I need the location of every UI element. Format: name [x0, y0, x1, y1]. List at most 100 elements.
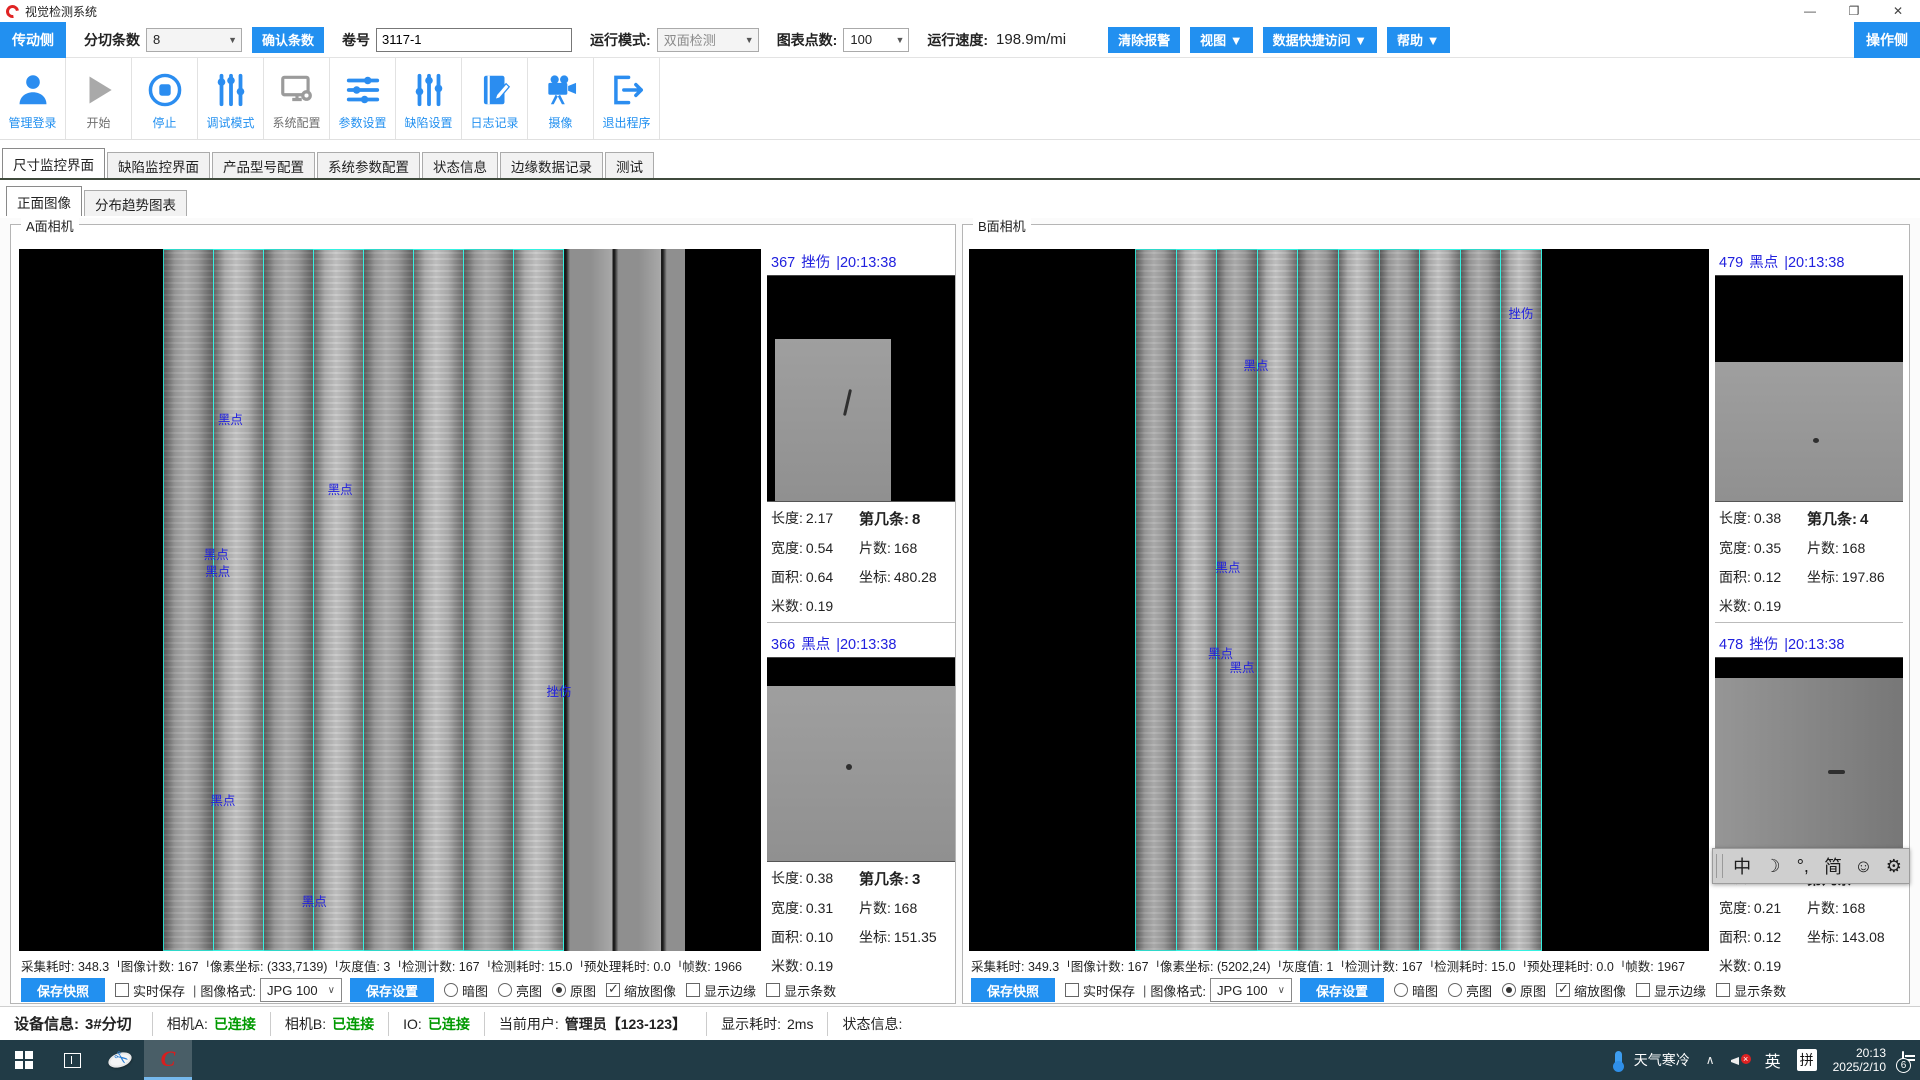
realtime-save-checkbox[interactable]: [1065, 983, 1079, 997]
notification-center-button[interactable]: 6: [1902, 1052, 1904, 1068]
save-settings-button[interactable]: 保存设置: [350, 978, 434, 1002]
task-view-button[interactable]: [48, 1040, 96, 1080]
save-snapshot-button[interactable]: 保存快照: [21, 978, 105, 1002]
speaker-muted-icon[interactable]: [1731, 1053, 1749, 1067]
cut-strip: [313, 249, 364, 951]
camera-a-image[interactable]: 黑点黑点黑点黑点挫伤黑点黑点: [19, 249, 761, 951]
ime-language-bar[interactable]: 中 ☽ °, 简 ☺ ⚙: [1712, 848, 1910, 884]
option-label: 显示条数: [1734, 981, 1786, 1000]
checkbox-显示边缘[interactable]: [1636, 983, 1650, 997]
cut-strip: [1500, 249, 1542, 951]
system-config-button[interactable]: 系统配置: [264, 58, 330, 139]
hidden-icons-chevron[interactable]: ∧: [1706, 1053, 1715, 1067]
tab-defect-monitor[interactable]: 缺陷监控界面: [107, 152, 210, 178]
defect-card[interactable]: 367挫伤|20:13:38 长度:2.17 第几条:8 宽度:0.54 片数:…: [767, 249, 955, 623]
cut-strip: [1379, 249, 1421, 951]
slice-count-dropdown[interactable]: 8▼: [146, 28, 242, 52]
start-button[interactable]: 开始: [66, 58, 132, 139]
moon-icon[interactable]: ☽: [1757, 856, 1787, 877]
vision-app-taskbar-button[interactable]: C: [144, 1040, 192, 1080]
drive-side-button[interactable]: 传动侧: [0, 22, 66, 58]
debug-mode-button[interactable]: 调试模式: [198, 58, 264, 139]
tab-front-image[interactable]: 正面图像: [6, 186, 82, 216]
emoji-icon[interactable]: ☺: [1848, 856, 1878, 877]
defect-info: 长度:2.17 第几条:8 宽度:0.54 片数:168 面积:0.64 坐标:…: [767, 502, 955, 616]
weather-widget[interactable]: 天气寒冷: [1615, 1050, 1690, 1070]
defect-list-a: 367挫伤|20:13:38 长度:2.17 第几条:8 宽度:0.54 片数:…: [767, 249, 955, 991]
defect-thumbnail[interactable]: [767, 658, 955, 862]
checkbox-显示条数[interactable]: [766, 983, 780, 997]
punctuation-mode-button[interactable]: °,: [1788, 856, 1818, 877]
defect-thumbnail[interactable]: [1715, 276, 1903, 502]
save-snapshot-button[interactable]: 保存快照: [971, 978, 1055, 1002]
realtime-save-checkbox[interactable]: [115, 983, 129, 997]
clear-alarm-button[interactable]: 清除报警: [1108, 27, 1180, 53]
defect-thumbnail[interactable]: [767, 276, 955, 502]
radio-原图[interactable]: [552, 983, 566, 997]
minimize-button[interactable]: —: [1788, 0, 1832, 22]
drag-handle-icon[interactable]: [1716, 854, 1723, 878]
exit-program-button[interactable]: 退出程序: [594, 58, 660, 139]
radio-暗图[interactable]: [1394, 983, 1408, 997]
checkbox-缩放图像[interactable]: [1556, 983, 1570, 997]
chart-points-dropdown[interactable]: 100▼: [843, 28, 909, 52]
gear-icon[interactable]: ⚙: [1879, 856, 1909, 877]
view-menu-button[interactable]: 视图 ▼: [1190, 27, 1252, 53]
sliders-vertical-icon: [410, 71, 448, 109]
defect-marker-label: 黑点: [328, 479, 353, 498]
confirm-count-button[interactable]: 确认条数: [252, 27, 324, 53]
defect-thumbnail[interactable]: [1715, 658, 1903, 862]
log-record-button[interactable]: 日志记录: [462, 58, 528, 139]
data-quick-access-button[interactable]: 数据快捷访问 ▼: [1263, 27, 1377, 53]
option-label: 显示边缘: [704, 981, 756, 1000]
defect-marker-label: 挫伤: [547, 681, 572, 700]
simplified-chinese-button[interactable]: 简: [1818, 853, 1848, 879]
save-settings-button[interactable]: 保存设置: [1300, 978, 1384, 1002]
start-button[interactable]: [0, 1040, 48, 1080]
maximize-button[interactable]: ❐: [1832, 0, 1876, 22]
tab-test[interactable]: 测试: [605, 152, 654, 178]
tab-distribution-trend-chart[interactable]: 分布趋势图表: [84, 190, 187, 216]
stop-button[interactable]: 停止: [132, 58, 198, 139]
tab-edge-data-record[interactable]: 边缘数据记录: [500, 152, 603, 178]
date-value: 2025/2/10: [1833, 1060, 1886, 1074]
language-indicator[interactable]: 英: [1765, 1048, 1781, 1072]
admin-login-button[interactable]: 管理登录: [0, 58, 66, 139]
radio-亮图[interactable]: [498, 983, 512, 997]
radio-亮图[interactable]: [1448, 983, 1462, 997]
snipping-tool-button[interactable]: [96, 1040, 144, 1080]
clock[interactable]: 20:13 2025/2/10: [1833, 1046, 1886, 1074]
checkbox-显示边缘[interactable]: [686, 983, 700, 997]
tab-status-info[interactable]: 状态信息: [422, 152, 498, 178]
run-mode-dropdown[interactable]: 双面检测▼: [657, 28, 759, 52]
defect-card[interactable]: 478挫伤|20:13:38 长度:0.57 第几条:3 宽度:0.21 片数:…: [1715, 631, 1903, 976]
close-button[interactable]: ✕: [1876, 0, 1920, 22]
camera-b-image[interactable]: 挫伤黑点黑点黑点黑点: [969, 249, 1709, 951]
window-title: 视觉检测系统: [25, 3, 97, 20]
parameter-settings-button[interactable]: 参数设置: [330, 58, 396, 139]
image-format-dropdown[interactable]: JPG 100∨: [1210, 978, 1292, 1002]
icon-toolbar: 管理登录 开始 停止 调试模式 系统配置 参数设置 缺陷设置 日志记录 摄像 退…: [0, 58, 1920, 140]
play-icon: [80, 71, 118, 109]
operator-side-button[interactable]: 操作侧: [1854, 22, 1920, 58]
defect-card[interactable]: 479黑点|20:13:38 长度:0.38 第几条:4 宽度:0.35 片数:…: [1715, 249, 1903, 623]
image-format-dropdown[interactable]: JPG 100∨: [260, 978, 342, 1002]
help-menu-button[interactable]: 帮助 ▼: [1387, 27, 1449, 53]
radio-暗图[interactable]: [444, 983, 458, 997]
realtime-save-label: 实时保存: [1083, 981, 1135, 1000]
defect-header: 479黑点|20:13:38: [1715, 249, 1903, 276]
ime-chinese-mode-button[interactable]: 中: [1727, 853, 1757, 879]
defect-settings-button[interactable]: 缺陷设置: [396, 58, 462, 139]
checkbox-显示条数[interactable]: [1716, 983, 1730, 997]
tab-system-parameter-config[interactable]: 系统参数配置: [317, 152, 420, 178]
defect-header: 478挫伤|20:13:38: [1715, 631, 1903, 658]
checkbox-缩放图像[interactable]: [606, 983, 620, 997]
ime-pinyin-indicator[interactable]: 拼: [1797, 1049, 1817, 1071]
tab-product-model-config[interactable]: 产品型号配置: [212, 152, 315, 178]
radio-原图[interactable]: [1502, 983, 1516, 997]
defect-card[interactable]: 366黑点|20:13:38 长度:0.38 第几条:3 宽度:0.31 片数:…: [767, 631, 955, 976]
run-mode-label: 运行模式:: [590, 30, 651, 50]
tab-size-monitor[interactable]: 尺寸监控界面: [2, 148, 105, 178]
roll-number-input[interactable]: [376, 28, 572, 52]
camera-capture-button[interactable]: 摄像: [528, 58, 594, 139]
